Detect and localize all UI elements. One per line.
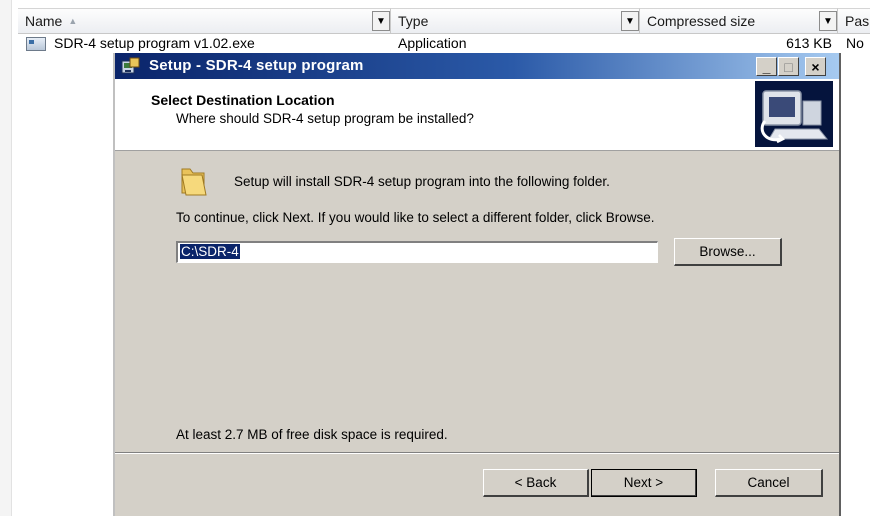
column-header-name-label: Name	[25, 13, 63, 29]
explorer-left-strip	[0, 0, 12, 516]
file-list-item[interactable]: SDR-4 setup program v1.02.exe Applicatio…	[12, 34, 870, 54]
destination-path-input[interactable]: C:\SDR-4	[176, 241, 658, 263]
cancel-button[interactable]: Cancel	[715, 469, 823, 497]
page-title: Select Destination Location	[151, 92, 335, 108]
wizard-content: Setup will install SDR-4 setup program i…	[115, 151, 839, 451]
destination-path-value: C:\SDR-4	[180, 244, 240, 259]
browse-button[interactable]: Browse...	[674, 238, 782, 266]
column-header-type[interactable]: Type ▼	[391, 8, 640, 34]
column-dropdown-icon[interactable]: ▼	[819, 11, 837, 31]
setup-dialog: Setup - SDR-4 setup program _ □ × Select…	[113, 53, 841, 516]
column-header-password-label: Pas	[845, 13, 870, 29]
setup-app-icon	[121, 57, 140, 74]
file-type: Application	[398, 35, 467, 51]
maximize-button[interactable]: □	[778, 57, 799, 76]
close-button[interactable]: ×	[805, 57, 826, 76]
column-dropdown-icon[interactable]: ▼	[372, 11, 390, 31]
disk-space-requirement: At least 2.7 MB of free disk space is re…	[176, 427, 448, 442]
continue-instructions: To continue, click Next. If you would li…	[176, 210, 655, 225]
dialog-titlebar[interactable]: Setup - SDR-4 setup program _ □ ×	[115, 53, 839, 79]
wizard-header: Select Destination Location Where should…	[115, 79, 839, 151]
dialog-title: Setup - SDR-4 setup program	[149, 57, 364, 74]
page-subtitle: Where should SDR-4 setup program be inst…	[176, 111, 474, 126]
sort-ascending-icon: ▲	[68, 16, 78, 26]
folder-icon	[181, 168, 207, 196]
column-header-name[interactable]: Name ▲ ▼	[18, 8, 391, 34]
file-compressed-size: 613 KB	[786, 35, 832, 51]
install-folder-message: Setup will install SDR-4 setup program i…	[234, 174, 610, 189]
back-button[interactable]: < Back	[483, 469, 589, 497]
exe-file-icon	[26, 37, 46, 51]
minimize-button[interactable]: _	[756, 57, 777, 76]
file-name: SDR-4 setup program v1.02.exe	[54, 35, 255, 51]
column-dropdown-icon[interactable]: ▼	[621, 11, 639, 31]
footer-divider	[115, 452, 839, 454]
column-header-type-label: Type	[398, 13, 429, 29]
file-password: No	[846, 35, 864, 51]
column-header-compressed-size-label: Compressed size	[647, 13, 756, 29]
setup-computer-icon	[755, 81, 833, 147]
next-button[interactable]: Next >	[591, 469, 697, 497]
column-header-compressed-size[interactable]: Compressed size ▼	[640, 8, 838, 34]
column-header-password[interactable]: Pas	[838, 8, 870, 34]
